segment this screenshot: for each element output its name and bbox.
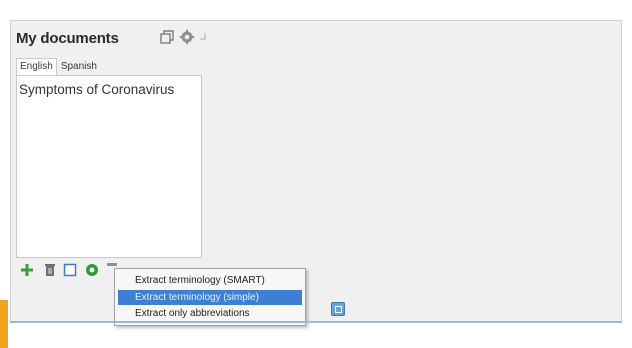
gear-icon[interactable] — [179, 29, 195, 45]
panel-title: My documents — [16, 30, 119, 47]
document-list: Symptoms of Coronavirus — [16, 75, 202, 258]
menu-item-extract-smart[interactable]: Extract terminology (SMART) — [118, 273, 302, 288]
language-tabs: English Spanish — [16, 58, 101, 76]
side-accent — [0, 300, 8, 348]
menu-item-extract-abbreviations[interactable]: Extract only abbreviations — [118, 306, 302, 321]
plus-icon[interactable] — [19, 262, 35, 278]
green-circle-icon[interactable] — [84, 262, 100, 278]
screen: My documents English Spanish Symptoms of… — [0, 0, 632, 348]
tab-spanish[interactable]: Spanish — [57, 58, 101, 76]
panel-divider — [10, 321, 622, 323]
restore-button[interactable] — [331, 302, 345, 316]
trash-icon[interactable] — [42, 262, 58, 278]
checkbox-icon[interactable] — [62, 262, 78, 278]
menu-item-extract-simple[interactable]: Extract terminology (simple) — [118, 290, 302, 305]
list-item[interactable]: Symptoms of Coronavirus — [19, 82, 174, 97]
pin-icon[interactable] — [197, 29, 209, 45]
tab-english[interactable]: English — [16, 58, 57, 76]
window-restore-icon[interactable] — [159, 29, 175, 45]
extract-context-menu: Extract terminology (SMART) Extract term… — [114, 268, 306, 326]
